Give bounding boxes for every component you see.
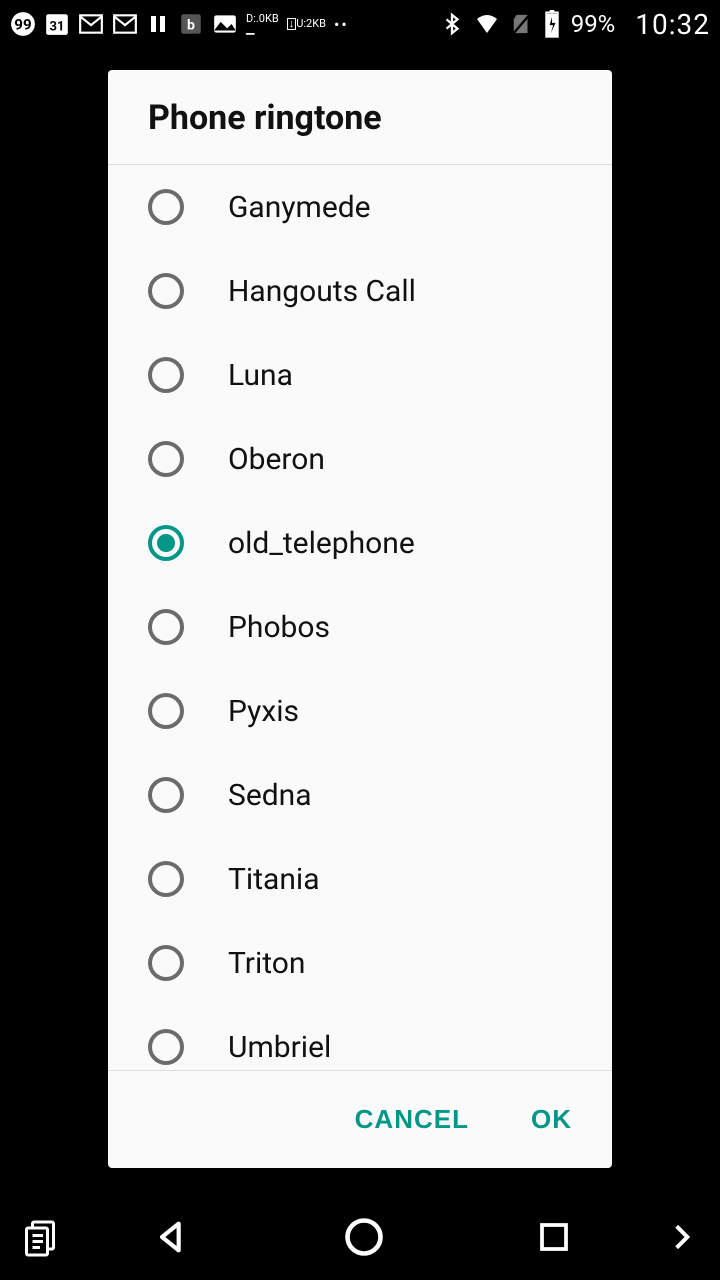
ringtone-option[interactable]: old_telephone [108, 501, 612, 585]
radio-icon [148, 525, 184, 561]
no-sim-icon [511, 11, 533, 37]
radio-icon [148, 189, 184, 225]
radio-icon [148, 441, 184, 477]
ringtone-option[interactable]: Umbriel [108, 1005, 612, 1070]
mail-icon [112, 11, 138, 37]
ringtone-option[interactable]: Pyxis [108, 669, 612, 753]
ringtone-option-label: Umbriel [228, 1030, 331, 1065]
clock: 10:32 [635, 8, 710, 41]
ringtone-option-label: Titania [228, 862, 320, 897]
wifi-icon [473, 12, 501, 36]
ringtone-option[interactable]: Hangouts Call [108, 249, 612, 333]
ringtone-option[interactable]: Titania [108, 837, 612, 921]
pause-icon [146, 12, 170, 36]
battery-percent: 99% [571, 10, 616, 38]
bluetooth-icon [441, 11, 463, 37]
ringtone-option-label: old_telephone [228, 526, 415, 561]
radio-icon [148, 693, 184, 729]
radio-icon [148, 1029, 184, 1065]
status-system: 99% 10:32 [441, 8, 710, 41]
more-icon: •• [334, 15, 349, 34]
image-icon [212, 11, 238, 37]
back-button[interactable] [152, 1217, 192, 1257]
ringtone-option-label: Triton [228, 946, 305, 981]
radio-icon [148, 357, 184, 393]
ringtone-option-label: Oberon [228, 442, 325, 477]
dialog-actions: CANCEL OK [108, 1070, 612, 1168]
ringtone-option-label: Sedna [228, 778, 312, 813]
ringtone-option-label: Luna [228, 358, 293, 393]
ringtone-option[interactable]: Phobos [108, 585, 612, 669]
battery-charging-icon [543, 10, 561, 38]
ringtone-option[interactable]: Triton [108, 921, 612, 1005]
ringtone-option-label: Ganymede [228, 190, 371, 225]
ringtone-option-label: Phobos [228, 610, 330, 645]
dialog-title: Phone ringtone [108, 70, 612, 165]
svg-text:99: 99 [14, 15, 31, 33]
status-bar: 99 31 b D:.0KB▁ ↓ U:2KB •• [0, 0, 720, 48]
ringtone-option[interactable]: Sedna [108, 753, 612, 837]
navigation-bar [0, 1194, 720, 1280]
ringtone-option[interactable]: Luna [108, 333, 612, 417]
ringtone-option[interactable]: Oberon [108, 417, 612, 501]
calendar-icon: 31 [44, 11, 70, 37]
cancel-button[interactable]: CANCEL [355, 1104, 469, 1135]
app-b-icon: b [178, 11, 204, 37]
mail-icon [78, 11, 104, 37]
svg-text:b: b [187, 17, 195, 33]
ringtone-dialog: Phone ringtone Ganymede Hangouts Call Luna… [108, 70, 612, 1168]
radio-icon [148, 777, 184, 813]
ringtone-list[interactable]: Ganymede Hangouts Call Luna Oberon old_telep… [108, 165, 612, 1070]
radio-icon [148, 945, 184, 981]
quote-icon: 99 [10, 11, 36, 37]
ringtone-option[interactable]: Ganymede [108, 165, 612, 249]
ringtone-option-label: Pyxis [228, 694, 299, 729]
clipboard-icon[interactable] [22, 1217, 58, 1257]
radio-icon [148, 861, 184, 897]
svg-text:31: 31 [50, 20, 65, 35]
ok-button[interactable]: OK [531, 1104, 572, 1135]
status-notifications: 99 31 b D:.0KB▁ ↓ U:2KB •• [10, 11, 349, 37]
chevron-right-icon[interactable] [666, 1217, 698, 1257]
home-button[interactable] [342, 1215, 386, 1259]
download-speed-icon: D:.0KB▁ [246, 14, 279, 34]
radio-icon [148, 273, 184, 309]
ringtone-option-label: Hangouts Call [228, 274, 416, 309]
recents-button[interactable] [536, 1219, 572, 1255]
radio-icon [148, 609, 184, 645]
upload-speed-icon: ↓ U:2KB [287, 18, 326, 30]
